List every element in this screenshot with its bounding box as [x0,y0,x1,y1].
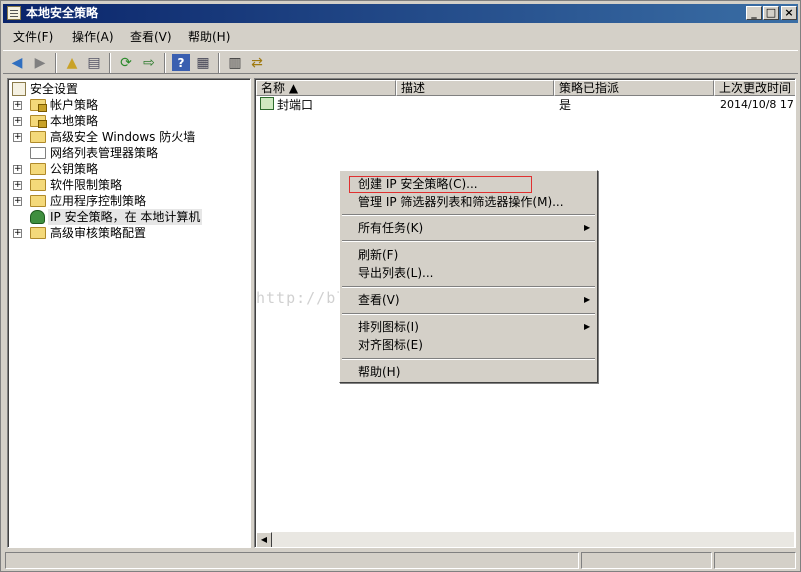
console-tree[interactable]: 安全设置 + 帐户策略 + 本地策略 + 高级安全 Windows 防火墙 网络… [7,78,251,548]
properties-icon[interactable]: ▥ [226,54,244,71]
submenu-arrow-icon: ▶ [584,223,591,232]
status-cell-tertiary [714,552,796,569]
folder-icon [30,131,46,143]
menu-file[interactable]: 文件(F) [13,29,53,45]
menu-separator [342,358,595,360]
toolbar-separator [164,53,166,73]
folder-icon [30,163,46,175]
ip-security-icon [30,210,45,224]
menu-help[interactable]: 帮助(H) [188,29,230,45]
toolbar-separator [218,53,220,73]
menu-refresh[interactable]: 刷新(F) [358,247,398,263]
title-bar[interactable]: 本地安全策略 _ □ × [3,4,798,23]
back-arrow-icon[interactable]: ◀ [8,54,26,71]
maximize-button[interactable]: □ [763,6,779,20]
expand-icon[interactable]: + [13,165,22,174]
column-header-last-modified[interactable]: 上次更改时间 [714,80,795,96]
menu-view[interactable]: 查看(V) [130,29,172,45]
toolbar-separator [55,53,57,73]
close-button[interactable]: × [781,6,797,20]
tree-item-label: 高级审核策略配置 [50,226,147,240]
up-folder-icon[interactable]: ▲ [63,54,81,71]
tree-item-label: 本地策略 [50,114,99,128]
expand-icon[interactable]: + [13,117,22,126]
console-tree-icon[interactable]: ▦ [194,54,212,71]
menu-separator [342,214,595,216]
menu-help[interactable]: 帮助(H) [358,364,400,380]
tree-item-label: 应用程序控制策略 [50,194,147,208]
column-header-assigned[interactable]: 策略已指派 [554,80,714,96]
show-hide-tree-icon[interactable]: ▤ [85,54,103,71]
status-cell-main [5,552,579,569]
minimize-button[interactable]: _ [746,6,762,20]
local-security-policy-icon [7,6,21,20]
tree-item-label: 软件限制策略 [50,178,123,192]
expand-icon[interactable]: + [13,101,22,110]
submenu-arrow-icon: ▶ [584,322,591,331]
menu-manage-ip-filters[interactable]: 管理 IP 筛选器列表和筛选器操作(M)... [358,194,564,210]
tree-item-label: 网络列表管理器策略 [50,146,159,160]
tree-root-label: 安全设置 [30,82,79,96]
menu-export-list[interactable]: 导出列表(L)... [358,265,434,281]
folder-icon [30,179,46,191]
expand-icon[interactable]: + [13,229,22,238]
column-header-description[interactable]: 描述 [396,80,554,96]
menu-arrange-icons[interactable]: 排列图标(I) [358,319,419,335]
status-bar [3,551,798,570]
folder-lock-icon [30,115,47,128]
context-menu: 创建 IP 安全策略(C)... 管理 IP 筛选器列表和筛选器操作(M)...… [339,170,598,383]
policy-modified-cell: 2014/10/8 17: [720,98,796,111]
policy-name-cell[interactable]: 封端口 [277,97,313,113]
folder-icon [30,195,46,207]
menu-separator [342,313,595,315]
export-list-icon[interactable]: ⇨ [140,54,158,71]
expand-icon[interactable]: + [13,133,22,142]
menu-bar: 文件(F) 操作(A) 查看(V) 帮助(H) [3,27,798,47]
status-cell-secondary [581,552,712,569]
window-title: 本地安全策略 [26,6,99,20]
security-settings-icon [12,82,26,96]
refresh-icon[interactable]: ⟳ [117,54,135,71]
manage-filters-icon[interactable]: ⇄ [248,54,266,71]
tree-item-label: 高级安全 Windows 防火墙 [50,130,196,144]
column-header-name[interactable]: 名称 ▲ [256,80,396,96]
menu-create-ip-policy[interactable]: 创建 IP 安全策略(C)... [358,176,478,192]
menu-action[interactable]: 操作(A) [72,29,114,45]
folder-lock-icon [30,99,47,112]
menu-view[interactable]: 查看(V) [358,292,400,308]
menu-separator [342,240,595,242]
submenu-arrow-icon: ▶ [584,295,591,304]
expand-icon[interactable]: + [13,197,22,206]
help-icon[interactable]: ? [172,54,190,71]
folder-icon [30,227,46,239]
main-window: 本地安全策略 _ □ × 文件(F) 操作(A) 查看(V) 帮助(H) ◀ ▶… [0,0,801,572]
forward-arrow-icon[interactable]: ▶ [31,54,49,71]
horizontal-scrollbar[interactable]: ◀ [256,531,794,547]
menu-all-tasks[interactable]: 所有任务(K) [358,220,423,236]
scroll-left-icon[interactable]: ◀ [256,532,272,547]
policy-assigned-cell: 是 [559,98,572,112]
policy-icon [260,97,274,110]
toolbar: ◀ ▶ ▲ ▤ ⟳ ⇨ ? ▦ ▥ ⇄ [3,50,798,74]
folder-open-icon [30,147,46,159]
expand-icon[interactable]: + [13,181,22,190]
menu-line-up-icons[interactable]: 对齐图标(E) [358,337,423,353]
tree-item-label: 帐户策略 [50,98,99,112]
tree-item-label: 公钥策略 [50,162,99,176]
tree-item-label: IP 安全策略，在 本地计算机 [48,209,203,225]
toolbar-separator [109,53,111,73]
menu-separator [342,286,595,288]
